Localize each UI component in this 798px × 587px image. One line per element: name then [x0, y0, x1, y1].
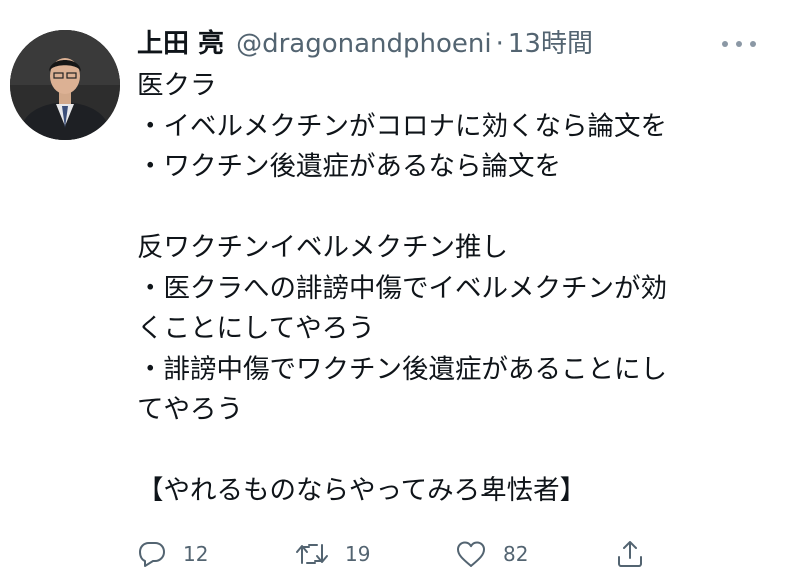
author-handle[interactable]: @dragonandphoeni [236, 24, 492, 64]
tweet-line: 反ワクチンイベルメクチン推し [137, 232, 508, 263]
tweet[interactable]: 上田 亮 @dragonandphoeni · 13時間 医クラ ・イベルメクチ… [0, 0, 798, 587]
tweet-text: 医クラ ・イベルメクチンがコロナに効くなら論文を ・ワクチン後遺症があるなら論文… [137, 66, 757, 512]
heart-icon [457, 541, 485, 567]
share-icon [618, 541, 642, 567]
reply-icon [139, 542, 165, 567]
tweet-line: ・イベルメクチンがコロナに効くなら論文を [137, 110, 667, 142]
tweet-line: てやろう [137, 394, 243, 425]
tweet-line: 医クラ [137, 70, 217, 101]
like-count: 82 [503, 542, 529, 566]
retweet-icon [296, 544, 328, 564]
tweet-line: 【やれるものならやってみろ卑怯者】 [137, 475, 587, 506]
separator-dot: · [495, 29, 504, 59]
timestamp[interactable]: 13時間 [508, 24, 593, 64]
retweet-count: 19 [345, 542, 371, 566]
tweet-line: ・医クラへの誹謗中傷でイベルメクチンが効 [137, 272, 667, 304]
tweet-line: ・ワクチン後遺症があるなら論文を [137, 151, 561, 182]
tweet-line [137, 188, 757, 229]
tweet-line [137, 431, 757, 472]
avatar-portrait [10, 30, 120, 140]
tweet-line: くことにしてやろう [137, 313, 375, 344]
avatar[interactable] [10, 30, 120, 140]
tweet-actions: 12 19 82 [137, 532, 657, 576]
share-button[interactable] [615, 532, 645, 576]
reply-count: 12 [183, 542, 209, 566]
tweet-line: ・誹謗中傷でワクチン後遺症があることにし [137, 353, 667, 385]
like-button[interactable]: 82 [455, 532, 528, 576]
author-name[interactable]: 上田 亮 [137, 24, 224, 64]
retweet-button[interactable]: 19 [295, 532, 370, 576]
reply-button[interactable]: 12 [137, 532, 208, 576]
more-options-icon[interactable] [722, 30, 756, 58]
tweet-header: 上田 亮 @dragonandphoeni · 13時間 [137, 24, 593, 64]
